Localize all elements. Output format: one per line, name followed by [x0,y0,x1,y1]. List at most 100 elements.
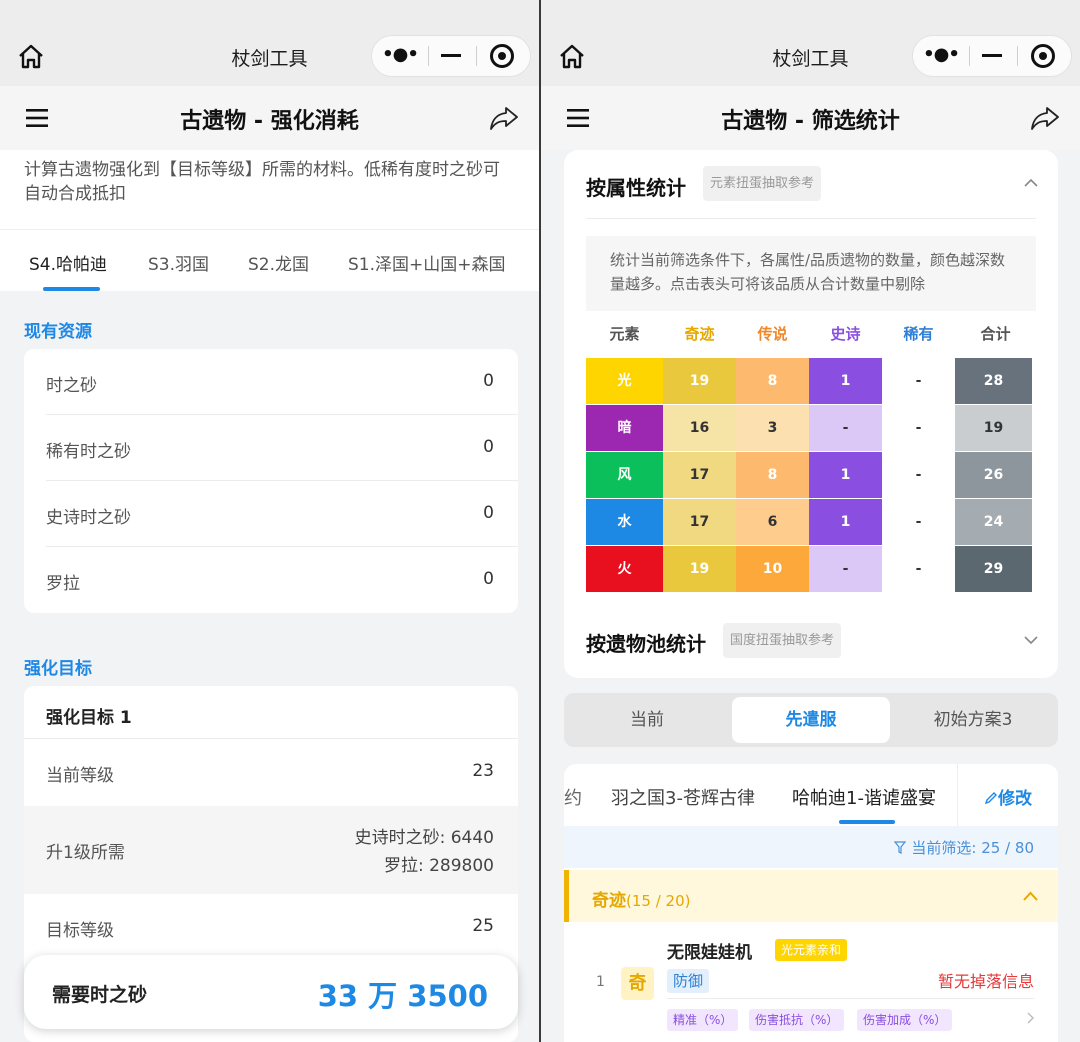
total-count: 28 [955,358,1032,404]
segment-plan3[interactable]: 初始方案3 [894,697,1052,743]
upgrade-cost-row: 升1级所需 史诗时之砂: 6440 罗拉: 289800 [24,806,518,894]
minimize-icon[interactable] [982,54,1002,57]
rare-count: - [882,452,955,498]
col-header-element: 元素 [609,325,640,343]
miracle-badge: 奇 [621,967,654,1000]
edit-pools-button[interactable]: 修改 [957,764,1058,826]
capsule-menu: •●• [371,35,531,77]
element-affinity-tag: 光元素亲和 [775,939,848,961]
group-title: 奇迹(15 / 20) [592,886,690,911]
epic-count: - [809,405,882,451]
relic-type-tag: 防御 [667,969,710,993]
tab-s3[interactable]: S3.羽国 [148,250,209,275]
share-icon[interactable] [489,104,519,132]
relic-item[interactable]: 1 奇 无限娃娃机 光元素亲和 防御 暂无掉落信息 精准（%） 伤害抵抗（%） … [564,922,1058,1042]
total-cost-bar: 需要时之砂 33 万 3500 [24,955,518,1029]
element-light: 光 [586,358,663,404]
current-level-label: 当前等级 [46,766,114,786]
group-count: (15 / 20) [626,892,691,910]
upgrade-cost-values: 史诗时之砂: 6440 罗拉: 289800 [355,824,494,880]
relic-name: 无限娃娃机 [667,943,752,963]
miracle-group-header[interactable]: 奇迹(15 / 20) [564,870,1058,922]
current-level-row[interactable]: 当前等级 23 [24,739,518,805]
goal-level-value: 25 [472,916,494,936]
attribute-stats-title[interactable]: 按属性统计 [586,172,686,201]
pool-tab-hapadi-1[interactable]: 哈帕迪1-谐谑盛宴 [792,784,936,810]
chevron-up-icon[interactable] [1023,891,1038,901]
resource-row[interactable]: 稀有时之砂 0 [24,415,518,481]
relic-index: 1 [596,974,605,990]
lora-cost: 罗拉: 289800 [383,856,494,876]
epic-count: 1 [809,499,882,545]
close-miniprogram-icon[interactable] [1031,44,1055,68]
segment-advance-server[interactable]: 先遣服 [732,697,890,743]
pool-tab-partial[interactable]: 约 [564,784,582,810]
col-header-rare[interactable]: 稀有 [882,311,955,358]
more-icon[interactable]: •●• [913,36,969,76]
edit-label: 修改 [998,789,1032,809]
current-level-value: 23 [472,761,494,781]
goal-level-row[interactable]: 目标等级 25 [24,894,518,960]
rare-count: - [882,405,955,451]
pool-stats-tag: 国度扭蛋抽取参考 [723,623,842,658]
resource-label: 稀有时之砂 [46,442,131,462]
col-header-miracle[interactable]: 奇迹 [663,311,736,358]
minimize-icon[interactable] [441,54,461,57]
resource-row[interactable]: 罗拉 0 [24,547,518,613]
active-tab-indicator [43,287,100,291]
total-count: 26 [955,452,1032,498]
legend-count: 8 [736,452,809,498]
chevron-right-icon [1027,1012,1034,1024]
tab-s4[interactable]: S4.哈帕迪 [29,250,107,275]
segment-current[interactable]: 当前 [568,697,726,743]
tab-s2[interactable]: S2.龙国 [248,250,309,275]
resource-label: 时之砂 [46,376,97,396]
resource-row[interactable]: 史诗时之砂 0 [24,481,518,547]
resource-value: 0 [483,503,494,523]
more-icon[interactable]: •●• [372,36,428,76]
pool-tab-feather-3[interactable]: 羽之国3-苍辉古律 [611,784,755,810]
rare-count: - [882,499,955,545]
close-miniprogram-icon[interactable] [490,44,514,68]
filter-summary: 当前筛选: 25 / 80 [894,837,1034,858]
element-wind: 风 [586,452,663,498]
total-cost-label: 需要时之砂 [52,984,148,1006]
miracle-count: 17 [663,452,736,498]
capsule-divider [428,46,429,66]
filter-summary-bar[interactable]: 当前筛选: 25 / 80 [564,826,1058,868]
col-header-legend[interactable]: 传说 [736,311,809,358]
group-label: 奇迹 [592,891,626,911]
share-icon[interactable] [1030,104,1060,132]
active-pool-indicator [839,820,895,824]
server-segmented-control: 当前 先遣服 初始方案3 [564,693,1058,747]
col-header-epic[interactable]: 史诗 [809,311,882,358]
edit-button-content: 修改 [958,784,1058,809]
stat-chip: 伤害加成（%） [857,1009,953,1031]
statistics-card: 按属性统计 元素扭蛋抽取参考 统计当前筛选条件下，各属性/品质遗物的数量，颜色越… [564,150,1058,678]
resources-card: 时之砂 0 稀有时之砂 0 史诗时之砂 0 罗拉 0 [24,349,518,613]
chevron-down-icon[interactable] [1024,636,1038,645]
drop-info-status: 暂无掉落信息 [937,972,1034,991]
total-count: 24 [955,499,1032,545]
chevron-up-icon[interactable] [1024,178,1038,187]
element-water: 水 [586,499,663,545]
pool-stats-header[interactable]: 按遗物池统计 国度扭蛋抽取参考 [564,620,1058,670]
resource-label: 罗拉 [46,574,80,594]
total-count: 29 [955,546,1032,592]
page-title: 古遗物 - 筛选统计 [721,109,900,134]
section-divider [586,218,1036,219]
pool-list-card: 约 羽之国3-苍辉古律 哈帕迪1-谐谑盛宴 修改 当前筛选: 25 / 80 奇… [564,764,1058,1042]
goal-level-label: 目标等级 [46,921,114,941]
stat-chip: 精准（%） [667,1009,739,1031]
page-navbar: 古遗物 - 筛选统计 [541,86,1080,150]
tab-s1[interactable]: S1.泽国+山国+森国 [348,250,506,275]
legend-count: 10 [736,546,809,592]
right-screen: 杖剑工具 •●• 古遗物 - 筛选统计 按属性统计 元素扭蛋抽取参考 统计当前筛… [541,0,1080,1042]
filter-summary-text: 当前筛选: 25 / 80 [911,839,1034,857]
resource-value: 0 [483,371,494,391]
resource-row[interactable]: 时之砂 0 [24,349,518,415]
season-tabs: S4.哈帕迪 S3.羽国 S2.龙国 S1.泽国+山国+森国 [0,229,539,291]
page-description: 计算古遗物强化到【目标等级】所需的材料。低稀有度时之砂可自动合成抵扣 [0,150,539,229]
resource-label: 史诗时之砂 [46,508,131,528]
page-title: 古遗物 - 强化消耗 [180,109,359,134]
